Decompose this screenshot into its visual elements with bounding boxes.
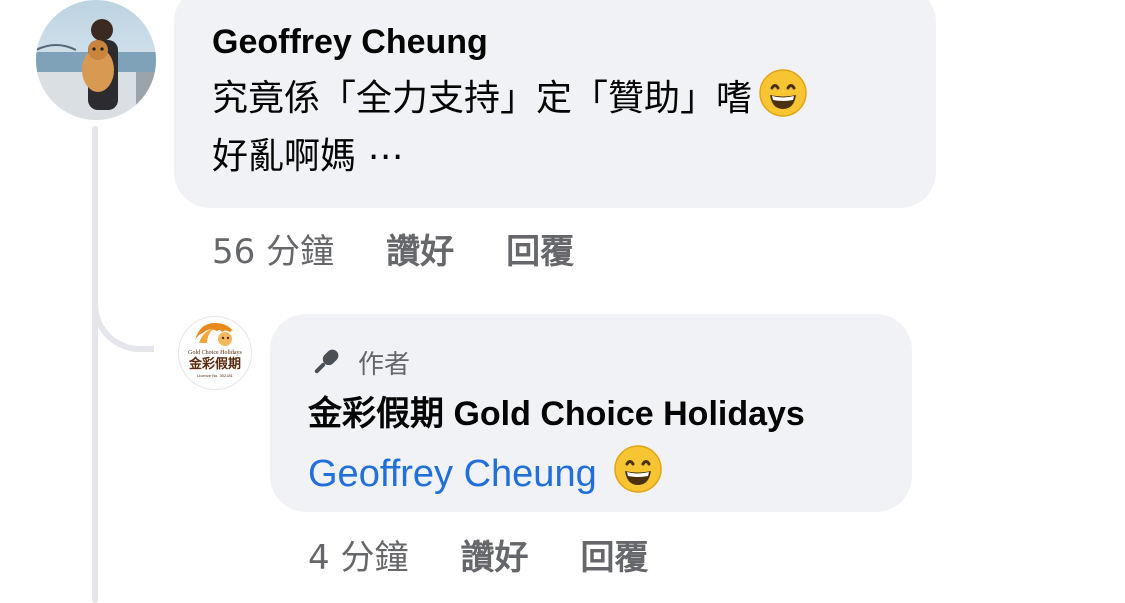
- reply-timestamp[interactable]: 4 分鐘: [308, 530, 408, 579]
- mention-link[interactable]: Geoffrey Cheung: [308, 453, 597, 495]
- reply-button[interactable]: 回覆: [506, 224, 574, 273]
- reply-bubble: 作者 金彩假期 Gold Choice Holidays Geoffrey Ch…: [270, 314, 912, 512]
- like-button[interactable]: 讚好: [460, 530, 528, 579]
- reply-actions: 4 分鐘 讚好 回覆: [308, 530, 648, 579]
- comment-text-line1: 究竟係「全力支持」定「贊助」嗜: [212, 78, 753, 119]
- comment-author[interactable]: Geoffrey Cheung: [212, 22, 898, 62]
- comment-text: 究竟係「全力支持」定「贊助」嗜 好亂啊媽 ⋯: [212, 68, 898, 186]
- gold-choice-logo-icon: Gold Choice Holidays 金彩假期 Licence No. 35…: [188, 323, 242, 378]
- like-button[interactable]: 讚好: [386, 224, 454, 273]
- thread-line: [92, 126, 98, 603]
- reply-text: Geoffrey Cheung: [308, 444, 874, 500]
- reply-author[interactable]: 金彩假期 Gold Choice Holidays: [308, 392, 874, 436]
- profile-photo-icon: [36, 0, 156, 120]
- author-badge: 作者: [308, 342, 874, 382]
- comment-actions: 56 分鐘 讚好 回覆: [212, 224, 574, 273]
- microphone-icon: [314, 349, 339, 374]
- comment-text-line2: 好亂啊媽 ⋯: [212, 136, 404, 177]
- avatar-geoffrey[interactable]: [36, 0, 156, 120]
- logo-english-name: Gold Choice Holidays: [188, 350, 242, 356]
- logo-chinese-name: 金彩假期: [188, 356, 241, 372]
- comment-bubble: Geoffrey Cheung 究竟係「全力支持」定「贊助」嗜 好亂啊媽 ⋯: [174, 0, 936, 208]
- logo-license: Licence No. 352181: [197, 373, 233, 378]
- avatar-gold-choice[interactable]: Gold Choice Holidays 金彩假期 Licence No. 35…: [178, 316, 252, 390]
- author-badge-label: 作者: [358, 349, 411, 380]
- reply-connector: [92, 280, 154, 352]
- reply-button[interactable]: 回覆: [580, 530, 648, 579]
- comment-timestamp[interactable]: 56 分鐘: [212, 224, 334, 273]
- grinning-face-emoji-icon: [613, 445, 662, 493]
- grinning-face-emoji-icon: [759, 69, 807, 117]
